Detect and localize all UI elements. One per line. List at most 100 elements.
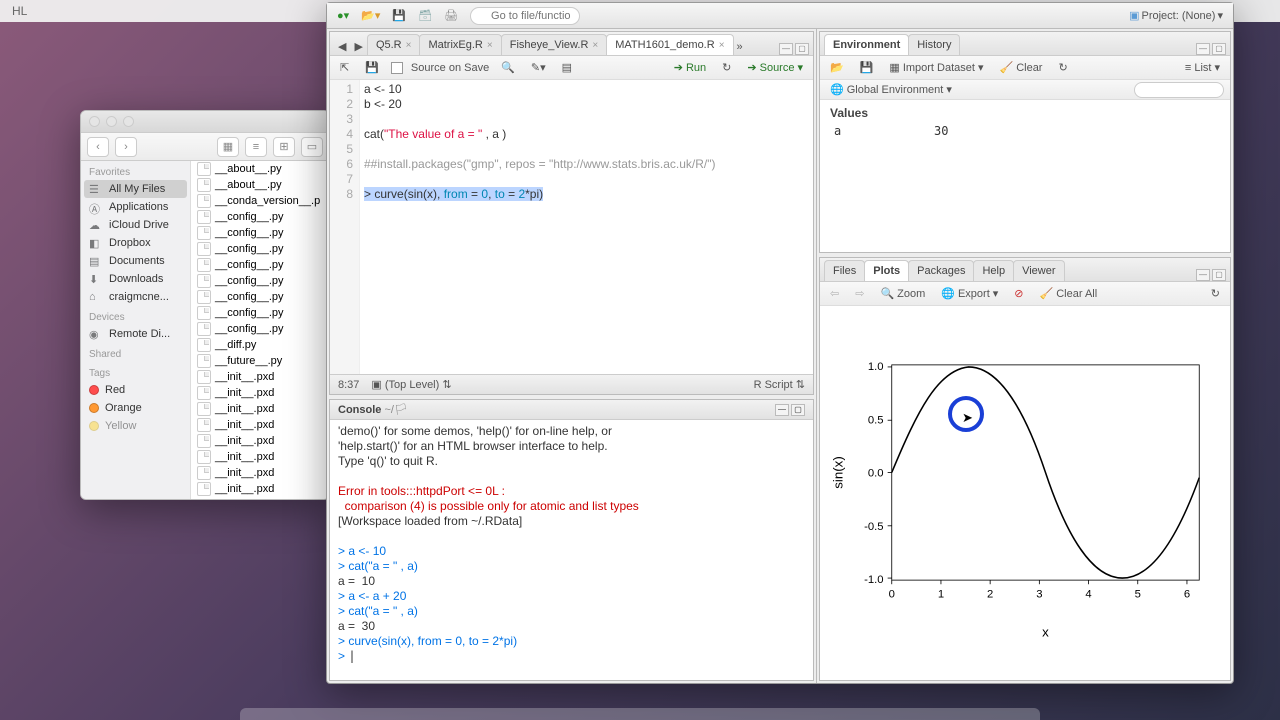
- view-icon-button[interactable]: ▦: [217, 137, 239, 157]
- new-file-button[interactable]: ●▾: [333, 7, 353, 24]
- file-row[interactable]: __init__.pxd: [191, 417, 329, 433]
- more-tabs-button[interactable]: »: [733, 39, 747, 55]
- sidebar-icloud[interactable]: ☁iCloud Drive: [81, 216, 190, 234]
- env-scope-selector[interactable]: 🌐 Global Environment ▾: [826, 82, 956, 97]
- scope-selector[interactable]: ▣ (Top Level) ⇅: [371, 378, 451, 391]
- minimize-pane-icon[interactable]: —: [1196, 269, 1210, 281]
- tab-q5[interactable]: Q5.R×: [367, 34, 421, 55]
- wand-button[interactable]: ✎▾: [527, 60, 550, 75]
- save-file-button[interactable]: 💾: [361, 60, 383, 75]
- minimize-pane-icon[interactable]: —: [1196, 43, 1210, 55]
- list-view-button[interactable]: ≡ List ▾: [1181, 60, 1224, 75]
- export-plot-button[interactable]: 🌐 Export ▾: [937, 286, 1002, 301]
- load-workspace-button[interactable]: 📂: [826, 60, 848, 75]
- editor-area[interactable]: 12345678 a <- 10 b <- 20 cat("The value …: [330, 80, 813, 374]
- minimize-pane-icon[interactable]: —: [775, 404, 789, 416]
- maximize-pane-icon[interactable]: ▢: [1212, 43, 1226, 55]
- file-row[interactable]: __init__.pxd: [191, 465, 329, 481]
- finder-titlebar[interactable]: [81, 111, 329, 133]
- tag-red[interactable]: Red: [81, 381, 190, 399]
- maximize-pane-icon[interactable]: ▢: [1212, 269, 1226, 281]
- remove-plot-button[interactable]: ⊘: [1010, 286, 1027, 301]
- env-row[interactable]: a 30: [824, 122, 1226, 140]
- tab-environment[interactable]: Environment: [824, 34, 909, 55]
- close-icon[interactable]: ×: [719, 40, 725, 51]
- tag-yellow[interactable]: Yellow: [81, 417, 190, 435]
- file-row[interactable]: __diff.py: [191, 337, 329, 353]
- run-button[interactable]: ➔ Run: [670, 60, 710, 75]
- close-traffic-light[interactable]: [89, 116, 100, 127]
- tab-viewer[interactable]: Viewer: [1013, 260, 1064, 281]
- file-row[interactable]: __init__.pxd: [191, 401, 329, 417]
- file-row[interactable]: __about__.py: [191, 177, 329, 193]
- tab-files[interactable]: Files: [824, 260, 865, 281]
- sidebar-home[interactable]: ⌂craigmcne...: [81, 288, 190, 306]
- file-row[interactable]: __config__.py: [191, 289, 329, 305]
- back-button[interactable]: ‹: [87, 137, 109, 157]
- file-row[interactable]: __config__.py: [191, 321, 329, 337]
- tag-orange[interactable]: Orange: [81, 399, 190, 417]
- popout-button[interactable]: ⇱: [336, 60, 353, 75]
- goto-file-function[interactable]: [470, 7, 580, 25]
- import-dataset-button[interactable]: ▦ Import Dataset ▾: [885, 60, 987, 75]
- tab-matrixeg[interactable]: MatrixEg.R×: [419, 34, 501, 55]
- file-row[interactable]: __config__.py: [191, 257, 329, 273]
- close-icon[interactable]: ×: [592, 40, 598, 51]
- tab-help[interactable]: Help: [973, 260, 1014, 281]
- file-row[interactable]: __init__.pxd: [191, 449, 329, 465]
- project-menu[interactable]: ▣ Project: (None) ▾: [1125, 7, 1227, 24]
- maximize-pane-icon[interactable]: ▢: [791, 404, 805, 416]
- console-output[interactable]: 'demo()' for some demos, 'help()' for on…: [330, 420, 813, 680]
- print-button[interactable]: 🖨: [440, 7, 462, 24]
- sidebar-documents[interactable]: ▤Documents: [81, 252, 190, 270]
- maximize-pane-icon[interactable]: ▢: [795, 43, 809, 55]
- close-icon[interactable]: ×: [406, 40, 412, 51]
- view-gallery-button[interactable]: ▭: [301, 137, 323, 157]
- prev-tab-button[interactable]: ◀: [334, 38, 350, 55]
- file-row[interactable]: __init__.pxd: [191, 481, 329, 497]
- sidebar-dropbox[interactable]: ◧Dropbox: [81, 234, 190, 252]
- forward-button[interactable]: ›: [115, 137, 137, 157]
- next-plot-button[interactable]: ⇨: [851, 286, 868, 301]
- file-row[interactable]: __config__.py: [191, 209, 329, 225]
- refresh-plot-button[interactable]: ↻: [1207, 286, 1224, 301]
- tab-plots[interactable]: Plots: [864, 260, 909, 281]
- file-row[interactable]: __config__.py: [191, 225, 329, 241]
- file-row[interactable]: __init__.pxd: [191, 433, 329, 449]
- file-row[interactable]: __conda_version__.p: [191, 193, 329, 209]
- code-text[interactable]: a <- 10 b <- 20 cat("The value of a = " …: [360, 80, 813, 374]
- file-row[interactable]: __init__.pxd: [191, 385, 329, 401]
- find-button[interactable]: 🔍: [497, 60, 519, 75]
- file-row[interactable]: __future__.py: [191, 353, 329, 369]
- sidebar-remote-disc[interactable]: ◉Remote Di...: [81, 325, 190, 343]
- minimize-traffic-light[interactable]: [106, 116, 117, 127]
- file-row[interactable]: __config__.py: [191, 305, 329, 321]
- refresh-env-button[interactable]: ↻: [1054, 60, 1071, 75]
- tab-packages[interactable]: Packages: [908, 260, 974, 281]
- zoom-traffic-light[interactable]: [123, 116, 134, 127]
- env-search-input[interactable]: [1134, 82, 1224, 98]
- source-on-save-checkbox[interactable]: [391, 62, 403, 74]
- sidebar-all-my-files[interactable]: ☰All My Files: [84, 180, 187, 198]
- tab-history[interactable]: History: [908, 34, 960, 55]
- save-workspace-button[interactable]: 💾: [856, 60, 878, 75]
- prev-plot-button[interactable]: ⇦: [826, 286, 843, 301]
- next-tab-button[interactable]: ▶: [350, 38, 366, 55]
- save-all-button[interactable]: 🗃: [414, 7, 436, 24]
- close-icon[interactable]: ×: [487, 40, 493, 51]
- file-row[interactable]: __config__.py: [191, 273, 329, 289]
- compile-button[interactable]: ▤: [558, 60, 576, 75]
- view-list-button[interactable]: ≡: [245, 137, 267, 157]
- zoom-plot-button[interactable]: 🔍 Zoom: [876, 286, 929, 301]
- language-indicator[interactable]: R Script ⇅: [754, 378, 805, 391]
- file-row[interactable]: __init__.pxd: [191, 369, 329, 385]
- file-list[interactable]: __about__.py__about__.py__conda_version_…: [191, 161, 329, 499]
- file-row[interactable]: __config__.py: [191, 241, 329, 257]
- rerun-button[interactable]: ↻: [718, 60, 735, 75]
- source-button[interactable]: ➔ Source ▾: [743, 60, 807, 75]
- clear-all-plots-button[interactable]: 🧹 Clear All: [1036, 286, 1102, 301]
- save-button[interactable]: 💾: [388, 7, 410, 24]
- view-column-button[interactable]: ⊞: [273, 137, 295, 157]
- sidebar-applications[interactable]: ⒶApplications: [81, 198, 190, 216]
- minimize-pane-icon[interactable]: —: [779, 43, 793, 55]
